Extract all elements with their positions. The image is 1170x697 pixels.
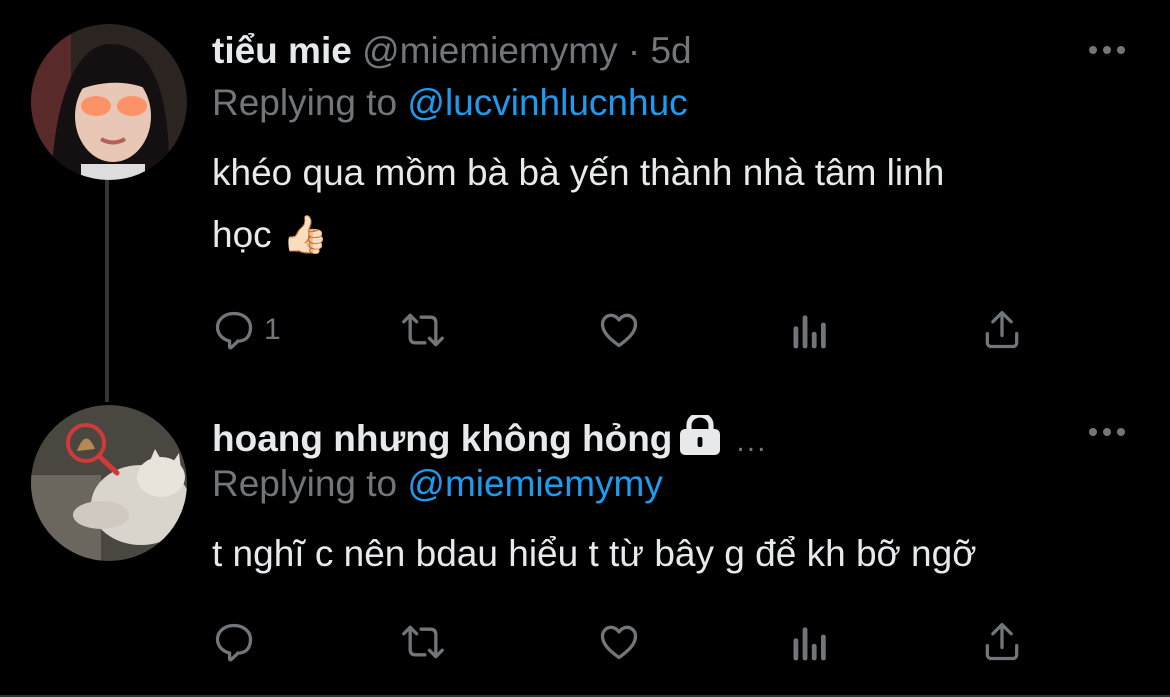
separator-dot: ·: [627, 30, 641, 71]
tweet-text: khéo qua mồm bà bà yến thành nhà tâm lin…: [212, 142, 1112, 266]
tweet-text-line: học 👍🏻: [212, 214, 329, 255]
display-name[interactable]: tiểu mie: [212, 30, 352, 71]
share-icon: [985, 622, 1019, 661]
tweet-text-line: khéo qua mồm bà bà yến thành nhà tâm lin…: [212, 152, 945, 193]
share-button[interactable]: [980, 300, 1024, 360]
replying-mention-link[interactable]: @miemiemymy: [407, 463, 662, 504]
retweet-icon: [402, 313, 444, 347]
analytics-button[interactable]: [790, 612, 830, 672]
action-bar: 1: [212, 300, 1062, 360]
lock-icon: [678, 412, 722, 465]
like-button[interactable]: [596, 300, 642, 360]
like-icon: [600, 625, 638, 660]
reply-icon: [215, 311, 253, 350]
truncation-dots: ...: [736, 425, 768, 458]
replying-to: Replying to @miemiemymy: [212, 462, 663, 506]
like-icon: [600, 313, 638, 348]
action-bar: [212, 612, 1062, 672]
tweet-header: hoang nhưng không hỏng...: [212, 412, 768, 465]
like-button[interactable]: [596, 612, 642, 672]
avatar[interactable]: [31, 24, 187, 180]
avatar[interactable]: [31, 405, 187, 561]
more-icon[interactable]: [1086, 422, 1128, 442]
tweet-text-line: t nghĩ c nên bdau hiểu t từ bây g để kh …: [212, 533, 977, 574]
stats-icon: [793, 627, 826, 661]
display-name[interactable]: hoang nhưng không hỏng: [212, 418, 672, 459]
more-icon[interactable]: [1086, 40, 1128, 60]
retweet-icon: [402, 625, 444, 659]
tweet-1[interactable]: tiểu mie @miemiemymy · 5d Replying to @l…: [0, 0, 1170, 385]
reply-button[interactable]: 1: [212, 300, 281, 360]
share-button[interactable]: [980, 612, 1024, 672]
tweet-header: tiểu mie @miemiemymy · 5d: [212, 29, 692, 73]
tweet-text: t nghĩ c nên bdau hiểu t từ bây g để kh …: [212, 523, 1112, 585]
retweet-button[interactable]: [398, 612, 448, 672]
replying-mention-link[interactable]: @lucvinhlucnhuc: [407, 82, 687, 123]
user-handle[interactable]: @miemiemymy: [362, 30, 617, 71]
replying-to: Replying to @lucvinhlucnhuc: [212, 81, 688, 125]
retweet-button[interactable]: [398, 300, 448, 360]
reply-count: 1: [264, 313, 281, 346]
timestamp[interactable]: 5d: [650, 30, 691, 71]
stats-icon: [793, 315, 826, 349]
replying-prefix: Replying to: [212, 463, 408, 504]
share-icon: [985, 310, 1019, 349]
thumbs-up-emoji: 👍🏻: [281, 214, 329, 255]
replying-prefix: Replying to: [212, 82, 408, 123]
analytics-button[interactable]: [790, 300, 830, 360]
reply-icon: [215, 623, 253, 662]
reply-button[interactable]: [212, 612, 256, 672]
tweet-2[interactable]: hoang nhưng không hỏng... Replying to @m…: [0, 385, 1170, 697]
